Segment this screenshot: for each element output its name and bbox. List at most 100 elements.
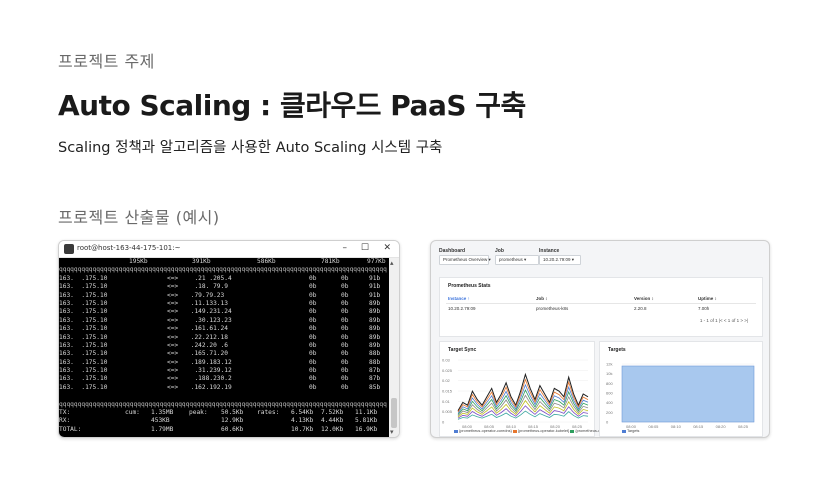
maximize-button[interactable]: ☐ bbox=[361, 243, 369, 254]
filter-select-dashboard[interactable]: Prometheus Overview ▾ bbox=[439, 255, 491, 265]
source-host: 163. .175.10 bbox=[59, 308, 108, 316]
y-tick-label: 800 bbox=[606, 381, 613, 386]
dest-host: .162.192.19 bbox=[187, 383, 232, 391]
direction: <=> bbox=[167, 308, 179, 316]
separator: qqqqqqqqqqqqqqqqqqqqqqqqqqqqqqqqqqqqqqqq… bbox=[59, 401, 389, 409]
connection-row: 163. .175.10 <=> .22.212.18 0b 0b 89b bbox=[59, 334, 389, 342]
rate-40s: 16.9Kb bbox=[355, 425, 378, 433]
cum-value: 1.35MB bbox=[151, 409, 174, 417]
scroll-up-icon[interactable]: ▴ bbox=[390, 259, 394, 267]
connection-row: 163. .175.10 <=> .189.183.12 0b 0b 88b bbox=[59, 359, 389, 367]
rate-40s: 89b bbox=[369, 299, 381, 307]
slide-description: Scaling 정책과 알고리즘을 사용한 Auto Scaling 시스템 구… bbox=[58, 140, 443, 156]
connection-row: 163. .175.10 <=> .30.123.23 0b 0b 89b bbox=[59, 317, 389, 325]
terminal-scrollbar[interactable]: ▴ ▾ bbox=[389, 258, 399, 437]
rate-10s: 0b bbox=[341, 325, 349, 333]
legend-item: {prometheus-operator-coredns} bbox=[459, 429, 512, 433]
direction: <=> bbox=[167, 283, 179, 291]
table-pagination[interactable]: 1 - 1 of 1 |< < 1 of 1 > >| bbox=[700, 318, 748, 323]
rate-10s: 0b bbox=[341, 383, 349, 391]
rate-40s: 85b bbox=[369, 383, 381, 391]
direction: <=> bbox=[167, 367, 179, 375]
rate-10s: 0b bbox=[341, 316, 349, 324]
rate-40s: 91b bbox=[369, 283, 381, 291]
rate-40s: 89b bbox=[369, 308, 381, 316]
close-button[interactable]: ✕ bbox=[383, 243, 391, 254]
cell-job: prometheus-k8s bbox=[536, 306, 569, 311]
source-host: 163. .175.10 bbox=[59, 383, 108, 391]
totals-row: TX: cum: 1.35MB peak: 50.5Kb rates: 6.54Kb 7.52… bbox=[59, 409, 389, 417]
rate-2s: 0b bbox=[309, 325, 317, 333]
dest-host: .22.212.18 bbox=[187, 333, 228, 341]
topic-label: 프로젝트 주제 bbox=[58, 52, 155, 71]
dest-host: .189.183.12 bbox=[187, 358, 232, 366]
dest-host: .242.20 .6 bbox=[187, 341, 228, 349]
rate-40s: 91b bbox=[369, 291, 381, 299]
rate-2s: 0b bbox=[309, 274, 317, 282]
rate-10s: 0b bbox=[341, 299, 349, 307]
column-header-uptime[interactable]: Uptime ↕ bbox=[698, 296, 717, 301]
filter-select-job[interactable]: prometheus ▾ bbox=[495, 255, 539, 265]
targets-area bbox=[621, 365, 755, 423]
rate-2s: 0b bbox=[309, 283, 317, 291]
rate-10s: 4.44Kb bbox=[321, 417, 344, 425]
rate-40s: 91b bbox=[369, 274, 381, 282]
rate-2s: 0b bbox=[309, 341, 317, 349]
y-tick-label: 12k bbox=[606, 362, 612, 367]
filter-select-instance[interactable]: 10.20.2.79:09 ▾ bbox=[539, 255, 581, 265]
rate-40s: 88b bbox=[369, 358, 381, 366]
x-tick-label: 08:25 bbox=[738, 424, 749, 429]
direction: <=> bbox=[167, 291, 179, 299]
y-tick-label: 200 bbox=[606, 410, 613, 415]
source-host: 163. .175.10 bbox=[59, 316, 108, 324]
connection-row: 163. .175.10 <=> .11.133.13 0b 0b 89b bbox=[59, 300, 389, 308]
rate-10s: 0b bbox=[341, 291, 349, 299]
direction: <=> bbox=[167, 383, 179, 391]
peak-label: peak: bbox=[189, 409, 208, 417]
column-header-version[interactable]: Version ↕ bbox=[634, 296, 654, 301]
source-host: 163. .175.10 bbox=[59, 299, 108, 307]
dest-host: .79.79.23 bbox=[187, 291, 225, 299]
cum-label: cum: bbox=[125, 409, 140, 417]
connection-row: 163. .175.10 <=> .165.71.20 0b 0b 88b bbox=[59, 350, 389, 358]
column-header-instance[interactable]: Instance ↑ bbox=[448, 296, 470, 301]
dest-host: .149.231.24 bbox=[187, 308, 232, 316]
cum-value: 453KB bbox=[151, 417, 170, 425]
legend-item: Targets bbox=[627, 429, 640, 433]
connection-row: 163. .175.10 <=> .162.192.19 0b 0b 85b bbox=[59, 384, 389, 392]
totals-label: TOTAL: bbox=[59, 425, 82, 433]
rate-2s: 0b bbox=[309, 308, 317, 316]
rate-10s: 0b bbox=[341, 367, 349, 375]
rate-10s: 0b bbox=[341, 358, 349, 366]
y-tick-label: 0.03 bbox=[442, 358, 451, 363]
x-tick-label: 08:05 bbox=[648, 424, 659, 429]
direction: <=> bbox=[167, 325, 179, 333]
y-tick-label: 0 bbox=[442, 420, 445, 425]
minimize-button[interactable]: – bbox=[343, 243, 348, 254]
cum-value: 1.79MB bbox=[151, 425, 174, 433]
rate-2s: 0b bbox=[309, 333, 317, 341]
rate-2s: 0b bbox=[309, 350, 317, 358]
direction: <=> bbox=[167, 274, 179, 282]
rate-2s: 0b bbox=[309, 316, 317, 324]
dashboard-window: Dashboard Prometheus Overview ▾ Job prom… bbox=[430, 240, 770, 438]
column-header-job[interactable]: Job ↕ bbox=[536, 296, 548, 301]
dest-host: .30.123.23 bbox=[187, 316, 232, 324]
separator-line: qqqqqqqqqqqqqqqqqqqqqqqqqqqqqqqqqqqqqqqq… bbox=[59, 400, 387, 408]
y-tick-label: 0.015 bbox=[442, 389, 453, 394]
rate-10s: 12.0Kb bbox=[321, 425, 344, 433]
targets-chart: 12k10k800600400200008:00 08:05 08:10 08:15 0… bbox=[606, 362, 755, 429]
connection-row: 163. .175.10 <=> .79.79.23 0b 0b 91b bbox=[59, 292, 389, 300]
terminal-icon bbox=[64, 244, 74, 254]
rate-2s: 6.54Kb bbox=[291, 409, 314, 417]
scroll-thumb[interactable] bbox=[391, 398, 397, 428]
rate-2s: 0b bbox=[309, 299, 317, 307]
rate-40s: 11.1Kb bbox=[355, 409, 378, 417]
dest-host: .21 .205.4 bbox=[187, 274, 232, 282]
rate-40s: 5.81Kb bbox=[355, 417, 378, 425]
scroll-down-icon[interactable]: ▾ bbox=[390, 428, 394, 436]
rate-2s: 0b bbox=[309, 383, 317, 391]
source-host: 163. .175.10 bbox=[59, 341, 108, 349]
cell-version: 2.20.8 bbox=[634, 306, 647, 311]
y-tick-label: 10k bbox=[606, 371, 612, 376]
